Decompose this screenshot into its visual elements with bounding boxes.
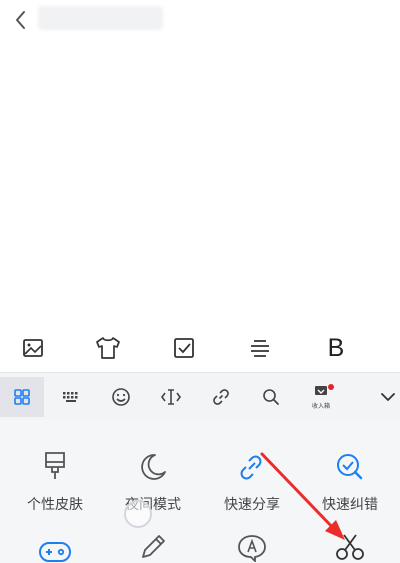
feature-panel: 个性皮肤 夜间模式 快速分享 快速纠错 [0,420,400,563]
align-center-icon[interactable] [242,330,278,366]
keyboard-toolbar: 收入箱 [0,372,400,420]
link-icon[interactable] [201,377,241,417]
keyboard-icon[interactable] [51,377,91,417]
moon-icon [108,446,198,482]
speech-bubble-icon [207,526,297,562]
pencil-icon [108,526,198,562]
skin-button[interactable]: 个性皮肤 [10,446,100,514]
tshirt-icon[interactable] [90,330,126,366]
game-keyboard-button[interactable] [10,528,100,563]
quick-correct-label: 快速纠错 [322,497,378,513]
search-icon[interactable] [251,377,291,417]
quick-share-button[interactable]: 快速分享 [207,446,297,514]
note-title [38,6,163,30]
clipboard-icon[interactable]: 收入箱 [301,377,341,417]
handwriting-button[interactable] [108,526,198,562]
night-mode-label: 夜间模式 [125,497,181,513]
scissors-icon [305,526,395,562]
skin-label: 个性皮肤 [27,497,83,513]
quick-correct-button[interactable]: 快速纠错 [305,446,395,514]
check-search-icon [305,446,395,482]
night-mode-button[interactable]: 夜间模式 [108,446,198,514]
chevron-left-icon[interactable] [8,6,34,34]
format-toolbar: B [0,326,400,370]
notification-badge [328,384,334,390]
touch-indicator [124,500,152,528]
image-icon[interactable] [15,330,51,366]
bold-button[interactable]: B [318,330,354,366]
grid-icon[interactable] [0,377,44,417]
gamepad-icon [10,528,100,563]
note-editor[interactable] [0,42,400,322]
cursor-move-icon[interactable] [151,377,191,417]
title-bar [0,0,400,42]
text-bubble-button[interactable] [207,526,297,562]
clip-button[interactable] [305,526,395,562]
brush-icon [10,446,100,482]
share-link-icon [207,446,297,482]
checkbox-icon[interactable] [166,330,202,366]
clipboard-label: 收入箱 [311,403,330,410]
chevron-down-icon[interactable] [368,377,400,417]
smile-icon[interactable] [101,377,141,417]
quick-share-label: 快速分享 [224,497,280,513]
